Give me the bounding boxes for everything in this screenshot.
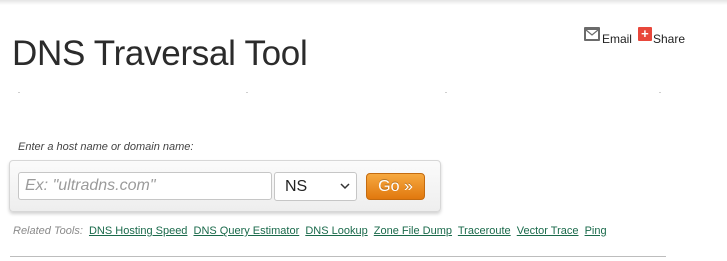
- record-type-select[interactable]: NS: [274, 172, 357, 201]
- top-shadow: [0, 0, 727, 5]
- related-link-zone-file-dump[interactable]: Zone File Dump: [374, 225, 452, 237]
- share-bar: Email + Share: [578, 27, 685, 46]
- related-link-dns-lookup[interactable]: DNS Lookup: [305, 225, 367, 237]
- envelope-icon: [583, 27, 600, 41]
- related-link-traceroute[interactable]: Traceroute: [458, 225, 511, 237]
- plus-share-icon: +: [637, 27, 652, 41]
- related-link-dns-hosting-speed[interactable]: DNS Hosting Speed: [89, 225, 187, 237]
- share-label: Share: [652, 32, 685, 46]
- lookup-form: NS Go »: [9, 160, 441, 212]
- related-tools-label: Related Tools:: [13, 225, 83, 237]
- record-type-value: NS: [285, 178, 308, 195]
- email-link[interactable]: Email: [583, 27, 632, 46]
- share-link[interactable]: + Share: [637, 27, 685, 46]
- chevron-down-icon: [340, 183, 350, 190]
- bottom-divider: [10, 256, 666, 257]
- related-tools: Related Tools: DNS Hosting Speed DNS Que…: [13, 225, 610, 237]
- divider-dot: [659, 92, 661, 93]
- related-link-dns-query-estimator[interactable]: DNS Query Estimator: [194, 225, 300, 237]
- divider-dot: [246, 92, 248, 93]
- host-input-label: Enter a host name or domain name:: [18, 141, 194, 153]
- page-title: DNS Traversal Tool: [12, 34, 308, 73]
- related-link-ping[interactable]: Ping: [585, 225, 607, 237]
- email-label: Email: [601, 32, 632, 46]
- divider-dot: [18, 92, 20, 93]
- divider-dot: [445, 92, 447, 93]
- related-link-vector-trace[interactable]: Vector Trace: [517, 225, 579, 237]
- go-button[interactable]: Go »: [366, 173, 425, 200]
- host-input[interactable]: [18, 172, 272, 200]
